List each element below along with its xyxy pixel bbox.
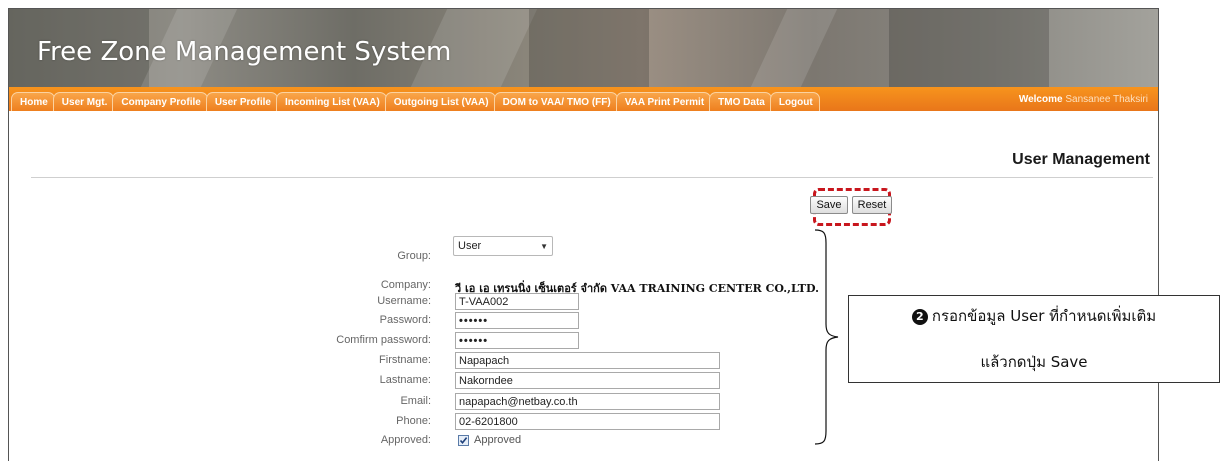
nav-tab-logout[interactable]: Logout [769, 92, 820, 111]
password-field[interactable]: •••••• [455, 312, 579, 329]
lastname-label: Lastname: [379, 374, 431, 386]
nav-tab-vaa-print-permit[interactable]: VAA Print Permit [615, 92, 712, 111]
main-nav: Home User Mgt. Company Profile User Prof… [9, 87, 1158, 111]
nav-tab-outgoing-list[interactable]: Outgoing List (VAA) [384, 92, 496, 111]
callout-line-1: 2 กรอกข้อมูล User ที่กำหนดเพิ่มเติม [849, 304, 1219, 328]
group-select-value: User [458, 240, 482, 252]
group-select[interactable]: User ▼ [453, 236, 553, 256]
firstname-field[interactable]: Napapach [455, 352, 720, 369]
phone-field[interactable]: 02-6201800 [455, 413, 720, 430]
nav-tab-company-profile[interactable]: Company Profile [112, 92, 208, 111]
confirm-password-label: Comfirm password: [336, 334, 431, 346]
callout-text-1: กรอกข้อมูล User ที่กำหนดเพิ่มเติม [931, 307, 1157, 325]
form-bracket [814, 229, 839, 445]
confirm-password-field[interactable]: •••••• [455, 332, 579, 349]
username-label: Username: [377, 295, 431, 307]
approved-label: Approved: [380, 434, 431, 446]
nav-tab-user-mgt[interactable]: User Mgt. [52, 92, 115, 111]
group-label: Group: [397, 250, 431, 262]
approved-checkbox-group: Approved [458, 434, 521, 446]
nav-tab-incoming-list[interactable]: Incoming List (VAA) [275, 92, 387, 111]
email-field[interactable]: napapach@netbay.co.th [455, 393, 720, 410]
welcome-text: Welcome Sansanee Thaksiri [1019, 94, 1148, 105]
firstname-label: Firstname: [379, 354, 431, 366]
welcome-user: Sansanee Thaksiri [1065, 94, 1148, 105]
approved-checkbox[interactable] [458, 434, 469, 446]
header-banner: Free Zone Management System [9, 9, 1158, 87]
nav-tab-user-profile[interactable]: User Profile [205, 92, 278, 111]
save-button[interactable]: Save [810, 196, 848, 214]
check-icon [459, 436, 468, 444]
company-label: Company: [380, 279, 431, 291]
nav-tab-home[interactable]: Home [11, 92, 55, 111]
username-field[interactable]: T-VAA002 [455, 293, 579, 310]
welcome-label: Welcome [1018, 94, 1063, 105]
instruction-callout: 2 กรอกข้อมูล User ที่กำหนดเพิ่มเติม แล้วก… [848, 295, 1220, 383]
heading-divider [31, 177, 1153, 178]
nav-tab-tmo-data[interactable]: TMO Data [709, 92, 772, 111]
approved-checkbox-label: Approved [474, 434, 522, 446]
page-title: User Management [1012, 151, 1150, 168]
nav-tabs: Home User Mgt. Company Profile User Prof… [11, 89, 820, 111]
chevron-down-icon: ▼ [540, 241, 548, 251]
app-title: Free Zone Management System [37, 37, 452, 67]
phone-label: Phone: [396, 415, 431, 427]
step-number-badge: 2 [911, 309, 928, 325]
lastname-field[interactable]: Nakorndee [455, 372, 720, 389]
nav-tab-dom-to-vaa-tmo[interactable]: DOM to VAA/ TMO (FF) [493, 92, 618, 111]
callout-line-2: แล้วกดปุ่ม Save [980, 353, 1088, 371]
reset-button[interactable]: Reset [852, 196, 892, 214]
email-label: Email: [400, 395, 431, 407]
password-label: Password: [379, 314, 431, 326]
